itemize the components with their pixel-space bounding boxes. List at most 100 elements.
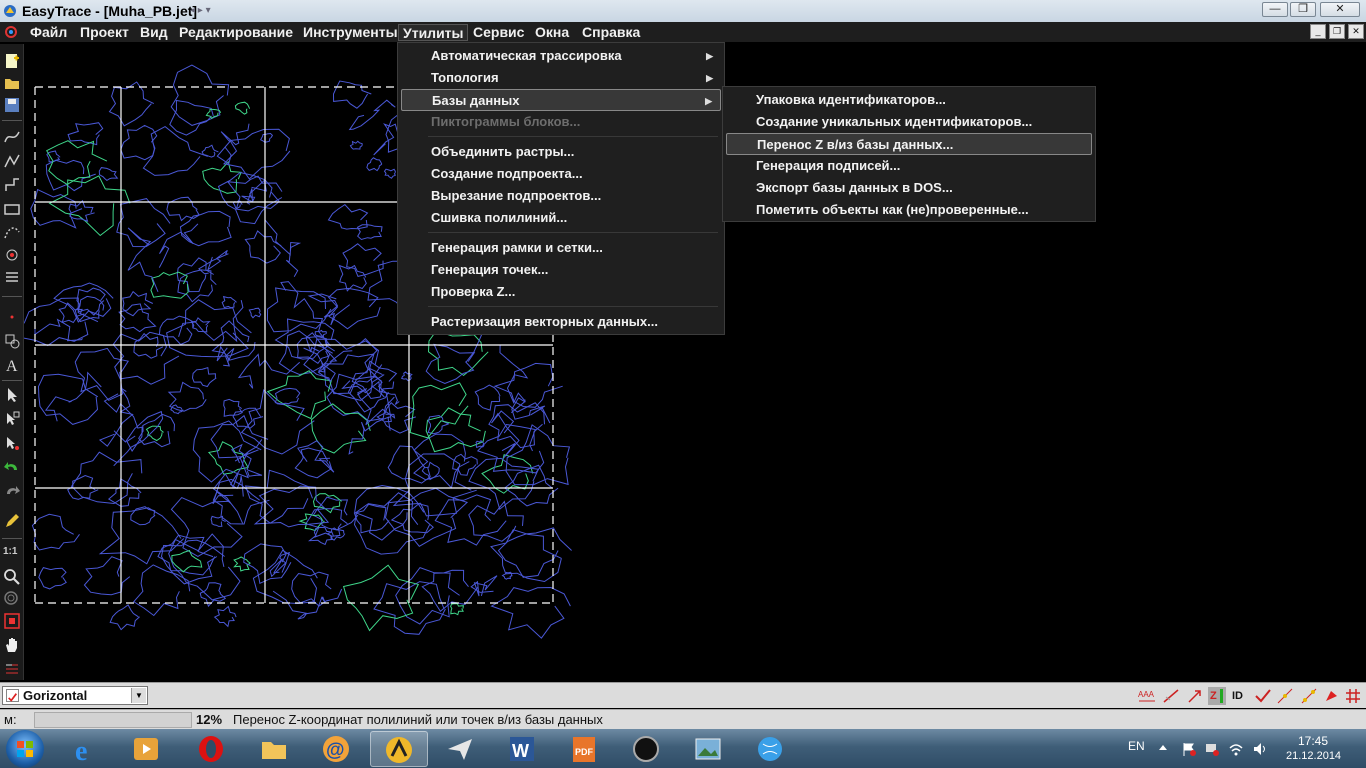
menu-help[interactable]: Справка	[578, 24, 644, 41]
taskbar-mail-agent[interactable]: @	[308, 731, 366, 767]
new-file-icon[interactable]	[3, 52, 21, 70]
multi-select-icon[interactable]	[3, 410, 21, 428]
menu-view[interactable]: Вид	[136, 24, 172, 41]
mdi-minimize-icon[interactable]: _	[1310, 24, 1326, 39]
menu-utilities[interactable]: Утилиты	[398, 24, 469, 41]
redo-gray-arrow-icon[interactable]	[3, 482, 21, 500]
clock-time[interactable]: 17:45	[1298, 734, 1328, 748]
taskbar-photo-viewer[interactable]	[680, 731, 738, 767]
menu-project[interactable]: Проект	[76, 24, 133, 41]
contour-line	[505, 424, 571, 486]
point-tool-icon[interactable]	[3, 246, 21, 264]
menu-generate-labels[interactable]: Генерация подписей...	[726, 155, 1092, 177]
menu-mark-checked[interactable]: Пометить объекты как (не)проверенные...	[726, 199, 1092, 221]
pencil-icon[interactable]	[3, 512, 21, 530]
block-tool-icon[interactable]	[3, 332, 21, 350]
menu-generate-frame-grid[interactable]: Генерация рамки и сетки...	[401, 237, 721, 259]
hatch-tool-icon[interactable]	[3, 268, 21, 286]
contour-line	[116, 198, 171, 248]
mdi-close-icon[interactable]: ✕	[1348, 24, 1364, 39]
menu-merge-rasters[interactable]: Объединить растры...	[401, 141, 721, 163]
menu-service[interactable]: Сервис	[469, 24, 528, 41]
network-warning-icon[interactable]	[1204, 741, 1220, 757]
taskbar-internet-explorer[interactable]: e	[60, 731, 118, 767]
language-indicator[interactable]: EN	[1128, 739, 1145, 753]
menu-auto-tracing[interactable]: Автоматическая трассировка ▶	[401, 45, 721, 67]
line-style-icon[interactable]	[1162, 687, 1180, 705]
chevron-down-icon[interactable]: ▼	[131, 688, 146, 703]
taskbar-camera-app[interactable]	[618, 731, 676, 767]
id-icon[interactable]: ID	[1232, 687, 1250, 705]
open-folder-icon[interactable]	[3, 74, 21, 92]
menu-stitch-polylines[interactable]: Сшивка полилиний...	[401, 207, 721, 229]
layer-checkbox[interactable]	[6, 689, 19, 702]
restore-button[interactable]: ❐	[1290, 2, 1316, 17]
menu-transfer-z-db[interactable]: Перенос Z в/из базы данных...	[726, 133, 1092, 155]
quick-access-icon[interactable]: ◂ ▸ ▾	[190, 5, 211, 16]
menu-export-db-dos[interactable]: Экспорт базы данных в DOS...	[726, 177, 1092, 199]
scale-1-1-icon[interactable]: 1:1	[3, 546, 21, 564]
check-objects-icon[interactable]	[1254, 687, 1272, 705]
z-value-icon[interactable]: Z	[1208, 687, 1226, 705]
menu-edit[interactable]: Редактирование	[175, 24, 297, 41]
aaa-labels-icon[interactable]: AAA	[1138, 687, 1156, 705]
taskbar-easytrace[interactable]	[370, 731, 428, 767]
edit-vertex-icon[interactable]	[3, 434, 21, 452]
pan-hand-icon[interactable]	[3, 636, 21, 654]
fit-extent-icon[interactable]	[3, 612, 21, 630]
undo-green-arrow-icon[interactable]	[3, 458, 21, 476]
orthogonal-line-icon[interactable]	[3, 176, 21, 194]
clock-date[interactable]: 21.12.2014	[1286, 750, 1341, 762]
dotted-curve-icon[interactable]	[3, 224, 21, 242]
layer-combobox[interactable]: Gorizontal ▼	[2, 686, 148, 705]
menu-cut-subprojects[interactable]: Вырезание подпроектов...	[401, 185, 721, 207]
taskbar-explorer[interactable]	[246, 731, 304, 767]
wifi-icon[interactable]	[1228, 741, 1244, 757]
start-button[interactable]	[6, 730, 44, 768]
menu-tools[interactable]: Инструменты	[299, 24, 402, 41]
mdi-restore-icon[interactable]: ❐	[1329, 24, 1345, 39]
zoom-icon[interactable]	[3, 568, 21, 586]
direction-arrow-icon[interactable]	[1186, 687, 1204, 705]
taskbar-word[interactable]: W	[494, 731, 552, 767]
curve-tool-icon[interactable]	[3, 128, 21, 146]
node-snap-icon[interactable]	[1276, 687, 1294, 705]
contour-line	[234, 101, 251, 115]
zoom-out-icon[interactable]	[3, 590, 21, 608]
document-icon[interactable]	[4, 25, 18, 39]
contour-line	[166, 299, 252, 358]
polyline-tool-icon[interactable]	[3, 152, 21, 170]
contour-line	[145, 425, 164, 442]
taskbar-browser-globe[interactable]	[742, 731, 800, 767]
rectangle-tool-icon[interactable]	[3, 200, 21, 218]
vertex-marker-icon[interactable]	[1300, 687, 1318, 705]
menu-check-z[interactable]: Проверка Z...	[401, 281, 721, 303]
volume-icon[interactable]	[1252, 741, 1268, 757]
taskbar-media-player[interactable]	[118, 731, 176, 767]
taskbar-sender[interactable]	[432, 731, 490, 767]
fill-area-icon[interactable]	[1322, 687, 1340, 705]
menu-create-unique-ids[interactable]: Создание уникальных идентификаторов...	[726, 111, 1092, 133]
menu-windows[interactable]: Окна	[531, 24, 573, 41]
easytrace-app-icon[interactable]	[3, 4, 17, 18]
menu-create-subproject[interactable]: Создание подпроекта...	[401, 163, 721, 185]
menu-databases[interactable]: Базы данных ▶	[401, 89, 721, 111]
text-tool-icon[interactable]: A	[3, 356, 21, 374]
save-icon[interactable]	[3, 96, 21, 114]
taskbar-opera[interactable]	[183, 731, 241, 767]
select-arrow-icon[interactable]	[3, 386, 21, 404]
menu-topology[interactable]: Топология ▶	[401, 67, 721, 89]
menu-file[interactable]: Файл	[26, 24, 71, 41]
contour-line	[244, 230, 282, 264]
close-button[interactable]: ✕	[1320, 2, 1360, 17]
minimize-button[interactable]: —	[1262, 2, 1288, 17]
vertex-dot-icon[interactable]	[3, 308, 21, 326]
action-center-flag-icon[interactable]	[1181, 741, 1197, 757]
menu-generate-points[interactable]: Генерация точек...	[401, 259, 721, 281]
tray-expand-icon[interactable]	[1158, 743, 1168, 753]
zoom-step-icon[interactable]	[3, 660, 21, 678]
menu-pack-ids[interactable]: Упаковка идентификаторов...	[726, 89, 1092, 111]
menu-rasterize-vectors[interactable]: Растеризация векторных данных...	[401, 311, 721, 333]
taskbar-pdf-reader[interactable]: PDF	[556, 731, 614, 767]
grid-hash-icon[interactable]	[1344, 687, 1362, 705]
